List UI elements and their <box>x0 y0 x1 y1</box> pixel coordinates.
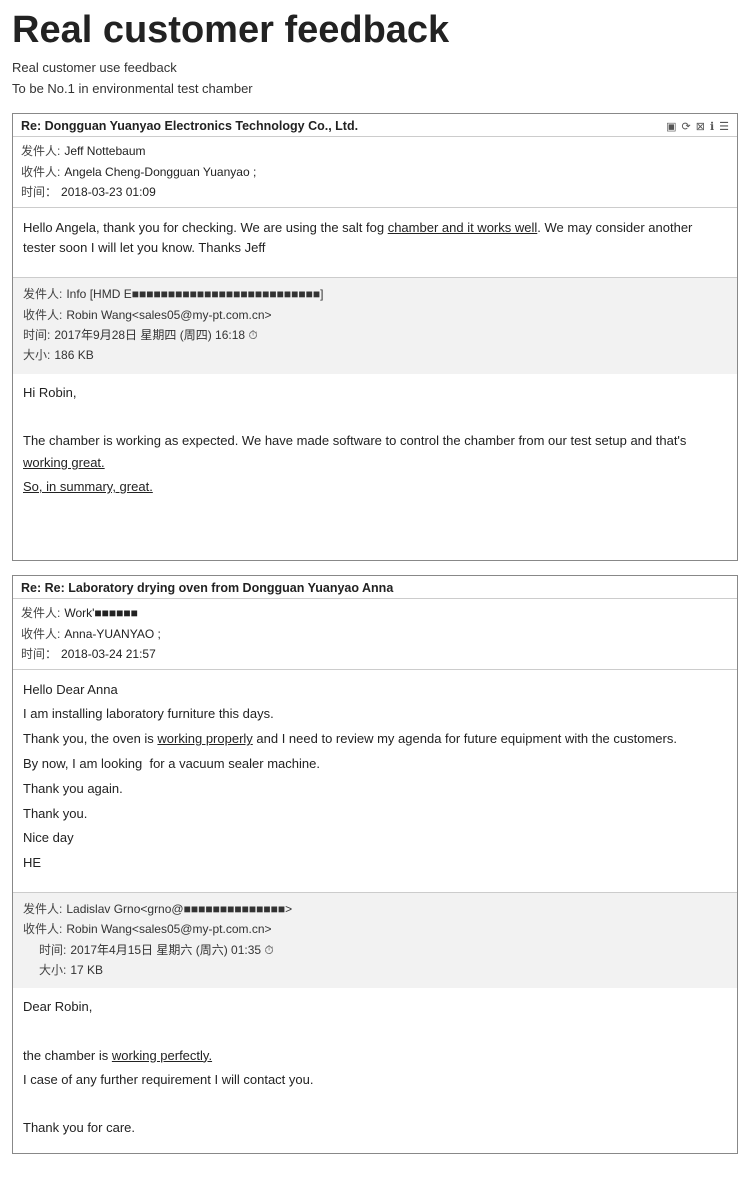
email-card-1: Re: Dongguan Yuanyao Electronics Technol… <box>12 113 738 561</box>
time-label-2: 时间： <box>21 644 57 664</box>
recipient-value-1: Angela Cheng-Dongguan Yuanyao ; <box>64 162 256 182</box>
underline-working-perfectly: working perfectly. <box>112 1048 212 1063</box>
recipient-label-2: 收件人: <box>21 624 60 644</box>
email-card-2: Re: Re: Laboratory drying oven from Dong… <box>12 575 738 1154</box>
email-meta-2: 发件人: Work'■■■■■■ 收件人: Anna-YUANYAO ; 时间：… <box>13 599 737 669</box>
quoted-body-1: Hi Robin, The chamber is working as expe… <box>13 374 737 561</box>
sender-label-1: 发件人: <box>21 141 60 161</box>
q1-from-value: Info [HMD E■■■■■■■■■■■■■■■■■■■■■■■■■■] <box>66 284 323 304</box>
icon-mail-1: ⊠ <box>696 120 705 133</box>
email-body-1: Hello Angela, thank you for checking. We… <box>13 208 737 278</box>
quoted-body-2: Dear Robin, the chamber is working perfe… <box>13 988 737 1153</box>
icon-info-1: ℹ <box>710 120 714 133</box>
quoted-section-1: 发件人: Info [HMD E■■■■■■■■■■■■■■■■■■■■■■■■… <box>13 277 737 374</box>
underline-summary: So, in summary, great. <box>23 479 153 494</box>
recipient-label-1: 收件人: <box>21 162 60 182</box>
q2-to-label: 收件人: <box>23 919 62 939</box>
q2-size-label: 大小: <box>23 960 66 980</box>
email-subject-2: Re: Re: Laboratory drying oven from Dong… <box>21 581 393 595</box>
icon-refresh-1: ⟳ <box>682 120 691 133</box>
q2-size-value: 17 KB <box>70 960 103 980</box>
q1-size-value: 186 KB <box>54 345 93 365</box>
underline-working-great: working great. <box>23 455 105 470</box>
email-body-2: Hello Dear Anna I am installing laborato… <box>13 670 737 892</box>
sender-value-2: Work'■■■■■■ <box>64 603 138 623</box>
email-meta-1: 发件人: Jeff Nottebaum 收件人: Angela Cheng-Do… <box>13 137 737 207</box>
recipient-value-2: Anna-YUANYAO ; <box>64 624 160 644</box>
q1-to-label: 收件人: <box>23 305 62 325</box>
icon-square-1: ▣ <box>666 120 676 133</box>
underline-working-properly: working properly <box>157 731 252 746</box>
underline-1: chamber and it works well <box>388 220 538 235</box>
time-label-1: 时间： <box>21 182 57 202</box>
sender-value-1: Jeff Nottebaum <box>64 141 145 161</box>
page-subtitle: Real customer use feedback To be No.1 in… <box>12 58 738 100</box>
q2-from-value: Ladislav Grno<grno@■■■■■■■■■■■■■■> <box>66 899 292 919</box>
page-main-title: Real customer feedback <box>12 10 738 52</box>
time-value-1: 2018-03-23 01:09 <box>61 182 156 202</box>
q2-time-value: 2017年4月15日 星期六 (周六) 01:35 ⏱ <box>70 940 273 960</box>
q1-time-label: 时间: <box>23 325 50 345</box>
q2-time-label: 时间: <box>23 940 66 960</box>
email-header-2: Re: Re: Laboratory drying oven from Dong… <box>13 576 737 599</box>
q2-from-label: 发件人: <box>23 899 62 919</box>
icon-menu-1: ☰ <box>719 120 729 133</box>
q1-to-value: Robin Wang<sales05@my-pt.com.cn> <box>66 305 271 325</box>
quoted-section-2: 发件人: Ladislav Grno<grno@■■■■■■■■■■■■■■> … <box>13 892 737 989</box>
email-header-1: Re: Dongguan Yuanyao Electronics Technol… <box>13 114 737 137</box>
email-icons-1: ▣ ⟳ ⊠ ℹ ☰ <box>666 120 729 133</box>
q1-from-label: 发件人: <box>23 284 62 304</box>
q2-to-value: Robin Wang<sales05@my-pt.com.cn> <box>66 919 271 939</box>
sender-label-2: 发件人: <box>21 603 60 623</box>
email-subject-1: Re: Dongguan Yuanyao Electronics Technol… <box>21 119 358 133</box>
q1-size-label: 大小: <box>23 345 50 365</box>
q1-time-value: 2017年9月28日 星期四 (周四) 16:18 ⏱ <box>54 325 257 345</box>
time-value-2: 2018-03-24 21:57 <box>61 644 156 664</box>
